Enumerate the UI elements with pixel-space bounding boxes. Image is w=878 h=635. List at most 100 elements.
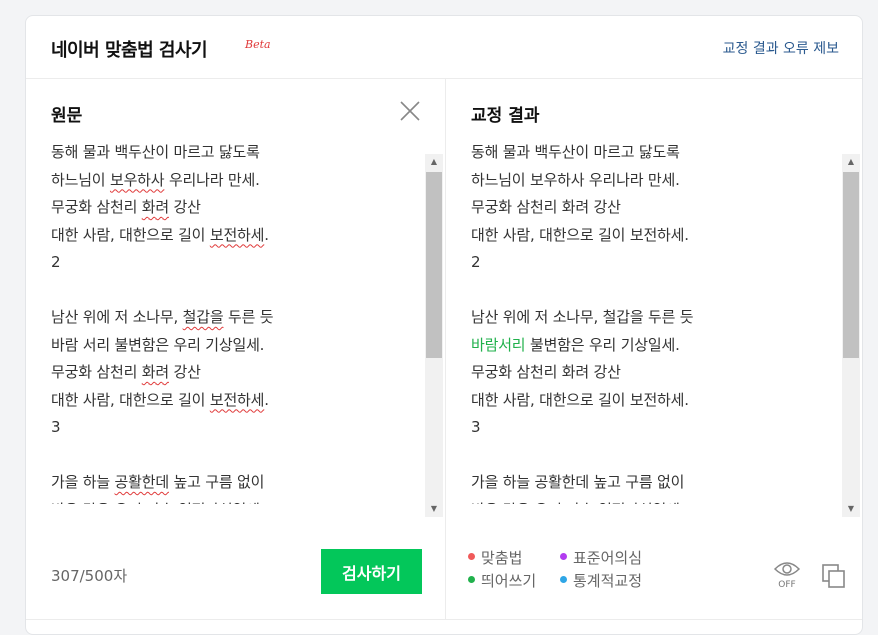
text-segment: 두른 듯 bbox=[223, 308, 274, 326]
text-segment: 동해 물과 백두산이 마르고 닳도록 bbox=[51, 143, 260, 161]
text-line: 무궁화 삼천리 화려 강산 bbox=[51, 194, 423, 222]
text-segment: . bbox=[264, 390, 269, 409]
error-word[interactable]: 보우하사 bbox=[110, 171, 165, 189]
text-segment: 3 bbox=[51, 418, 61, 436]
result-text-area: 동해 물과 백두산이 마르고 닳도록하느님이 보우하사 우리나라 만세. 무궁화 … bbox=[471, 139, 843, 504]
text-segment: 2 bbox=[51, 253, 61, 271]
error-word[interactable]: 화려 bbox=[142, 198, 169, 216]
scroll-down-arrow-icon[interactable]: ▼ bbox=[425, 501, 443, 517]
scroll-thumb[interactable] bbox=[426, 172, 442, 358]
legend-label: 띄어쓰기 bbox=[481, 572, 537, 590]
legend-label: 맞춤법 bbox=[481, 549, 523, 567]
original-text-area[interactable]: 동해 물과 백두산이 마르고 닳도록하느님이 보우하사 우리나라 만세. 무궁화 … bbox=[51, 139, 423, 504]
error-word[interactable]: 철갑을 bbox=[183, 308, 224, 326]
text-segment: 남산 위에 저 소나무, 철갑을 두른 듯 bbox=[471, 308, 694, 326]
text-segment: 대한 사람, 대한으로 길이 보전하세. bbox=[471, 390, 689, 409]
text-segment: . bbox=[264, 225, 269, 244]
text-line: 바람서리 불변함은 우리 기상일세. bbox=[471, 332, 843, 360]
result-title: 교정 결과 bbox=[471, 106, 540, 126]
scroll-thumb[interactable] bbox=[843, 172, 859, 358]
text-segment: 하느님이 보우하사 우리나라 만세. bbox=[471, 170, 680, 189]
text-segment: 하느님이 bbox=[51, 170, 110, 189]
text-line: 가을 하늘 공활한데 높고 구름 없이 bbox=[471, 469, 843, 497]
error-word[interactable]: 보전하세 bbox=[210, 391, 265, 409]
text-segment: 강산 bbox=[168, 198, 201, 216]
legend-statistical: 통계적교정 bbox=[560, 570, 642, 591]
legend-standard: 표준어의심 bbox=[560, 547, 642, 568]
result-scrollbar[interactable]: ▲ ▼ bbox=[842, 154, 860, 517]
text-line bbox=[471, 442, 843, 470]
dot-icon bbox=[560, 576, 567, 583]
eye-icon bbox=[773, 562, 801, 576]
error-word[interactable]: 공활한데 bbox=[115, 473, 170, 491]
spell-checker-card: 네이버 맞춤법 검사기 Beta 교정 결과 오류 제보 원문 동해 물과 백두… bbox=[25, 15, 863, 635]
text-segment: 가을 하늘 공활한데 높고 구름 없이 bbox=[471, 473, 685, 491]
text-line: 하느님이 보우하사 우리나라 만세. bbox=[471, 167, 843, 195]
text-segment: 무궁화 삼천리 bbox=[51, 363, 142, 381]
text-segment: 밝은 달은 우리 가슴 일편단심일세. bbox=[51, 501, 264, 505]
dot-icon bbox=[468, 576, 475, 583]
text-line bbox=[471, 277, 843, 305]
scroll-up-arrow-icon[interactable]: ▲ bbox=[842, 154, 860, 170]
text-line: 동해 물과 백두산이 마르고 닳도록 bbox=[51, 139, 423, 167]
check-button[interactable]: 검사하기 bbox=[321, 549, 422, 594]
dot-icon bbox=[468, 553, 475, 560]
eye-toggle-button[interactable]: OFF bbox=[772, 560, 802, 594]
text-segment: 남산 위에 저 소나무, bbox=[51, 308, 183, 326]
text-segment: 높고 구름 없이 bbox=[168, 473, 265, 491]
text-segment: 불변함은 우리 기상일세. bbox=[525, 335, 680, 354]
text-segment: 바람 서리 불변함은 우리 기상일세. bbox=[51, 335, 265, 354]
dot-icon bbox=[560, 553, 567, 560]
original-scrollbar[interactable]: ▲ ▼ bbox=[425, 154, 443, 517]
text-line: 대한 사람, 대한으로 길이 보전하세. bbox=[51, 387, 423, 415]
text-segment: 대한 사람, 대한으로 길이 보전하세. bbox=[471, 225, 689, 244]
legend-label: 통계적교정 bbox=[573, 572, 643, 590]
text-segment: 무궁화 삼천리 화려 강산 bbox=[471, 363, 621, 381]
legend-spacing: 띄어쓰기 bbox=[468, 570, 536, 591]
text-segment: 무궁화 삼천리 bbox=[51, 198, 142, 216]
text-line: 2 bbox=[471, 249, 843, 277]
text-line: 밝은 달은 우리 가슴 일편단심일세. bbox=[51, 497, 423, 505]
text-line bbox=[51, 442, 423, 470]
scroll-up-arrow-icon[interactable]: ▲ bbox=[425, 154, 443, 170]
text-segment: 밝은 달은 우리 가슴 일편단심일세. bbox=[471, 501, 684, 505]
text-line: 대한 사람, 대한으로 길이 보전하세. bbox=[471, 222, 843, 250]
text-line: 바람 서리 불변함은 우리 기상일세. bbox=[51, 332, 423, 360]
text-line: 대한 사람, 대한으로 길이 보전하세. bbox=[471, 387, 843, 415]
text-line bbox=[51, 277, 423, 305]
bottom-divider bbox=[26, 619, 862, 620]
eye-off-label: OFF bbox=[778, 580, 796, 590]
legend-spelling: 맞춤법 bbox=[468, 547, 522, 568]
text-line: 무궁화 삼천리 화려 강산 bbox=[471, 194, 843, 222]
text-line: 3 bbox=[471, 414, 843, 442]
error-word[interactable]: 보전하세 bbox=[210, 226, 265, 244]
text-segment: 3 bbox=[471, 418, 481, 436]
result-pane: 교정 결과 동해 물과 백두산이 마르고 닳도록하느님이 보우하사 우리나라 만… bbox=[446, 79, 862, 619]
char-counter: 307/500자 bbox=[51, 567, 128, 585]
error-word[interactable]: 화려 bbox=[142, 363, 169, 381]
close-icon[interactable] bbox=[398, 99, 422, 123]
legend-label: 표준어의심 bbox=[573, 549, 643, 567]
header: 네이버 맞춤법 검사기 Beta 교정 결과 오류 제보 bbox=[26, 16, 862, 79]
text-segment: 대한 사람, 대한으로 길이 bbox=[51, 390, 210, 409]
scroll-down-arrow-icon[interactable]: ▼ bbox=[842, 501, 860, 517]
text-segment: 무궁화 삼천리 화려 강산 bbox=[471, 198, 621, 216]
text-line: 동해 물과 백두산이 마르고 닳도록 bbox=[471, 139, 843, 167]
text-segment: 강산 bbox=[168, 363, 201, 381]
text-line: 2 bbox=[51, 249, 423, 277]
beta-badge: Beta bbox=[245, 38, 271, 51]
text-segment: 우리나라 만세. bbox=[164, 170, 260, 189]
text-line: 남산 위에 저 소나무, 철갑을 두른 듯 bbox=[471, 304, 843, 332]
text-line: 밝은 달은 우리 가슴 일편단심일세. bbox=[471, 497, 843, 505]
text-line: 3 bbox=[51, 414, 423, 442]
text-line: 대한 사람, 대한으로 길이 보전하세. bbox=[51, 222, 423, 250]
report-error-link[interactable]: 교정 결과 오류 제보 bbox=[723, 38, 839, 58]
text-segment: 대한 사람, 대한으로 길이 bbox=[51, 225, 210, 244]
text-line: 무궁화 삼천리 화려 강산 bbox=[471, 359, 843, 387]
text-line: 가을 하늘 공활한데 높고 구름 없이 bbox=[51, 469, 423, 497]
text-line: 무궁화 삼천리 화려 강산 bbox=[51, 359, 423, 387]
corrected-word: 바람서리 bbox=[471, 335, 526, 354]
original-title: 원문 bbox=[51, 106, 83, 126]
text-segment: 2 bbox=[471, 253, 481, 271]
copy-icon[interactable] bbox=[821, 563, 847, 589]
